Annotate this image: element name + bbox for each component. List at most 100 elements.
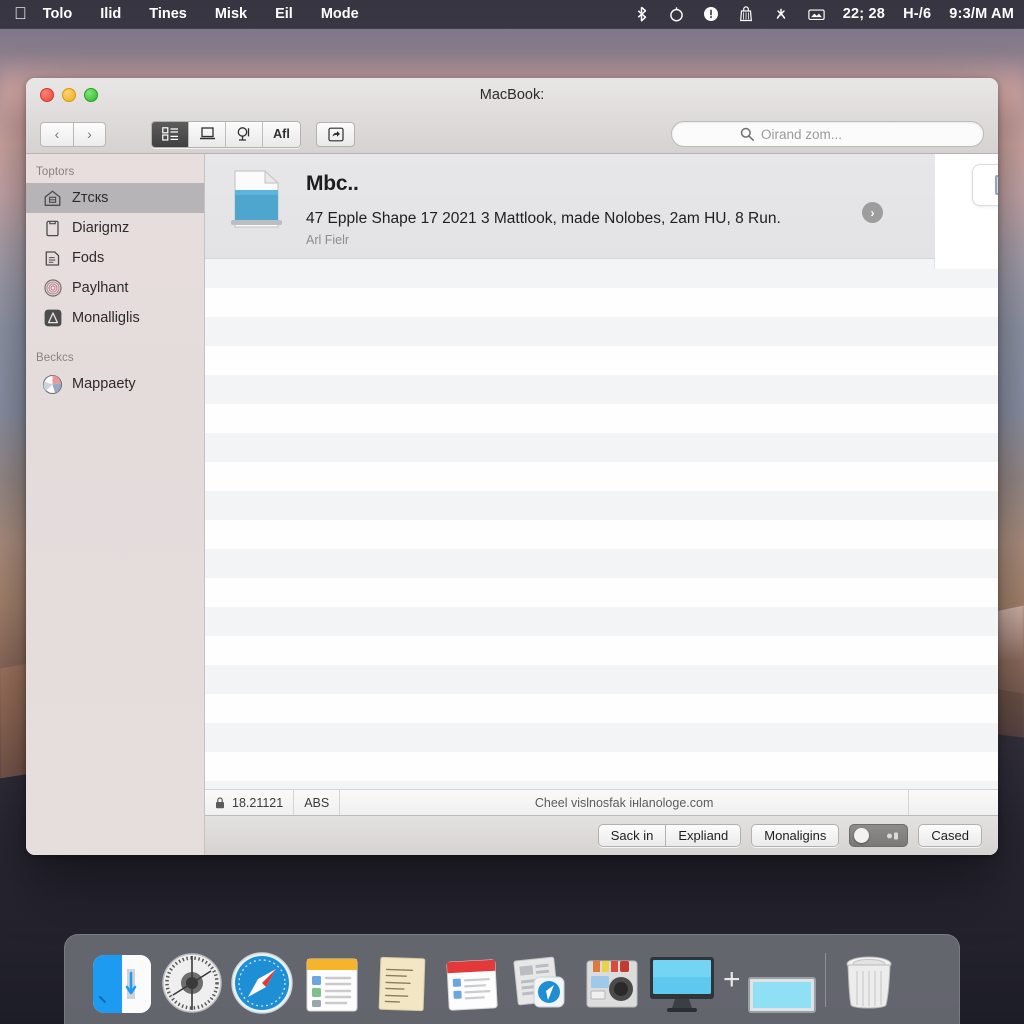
window-titlebar: MacBook: ‹ › Afl Oirand zom...: [26, 78, 998, 154]
share-icon[interactable]: [316, 121, 355, 147]
battery-suffix: H-/6: [903, 6, 932, 22]
disclosure-chevron-icon[interactable]: ›: [862, 202, 883, 223]
sidebar-item-zicks[interactable]: Zтcкs: [26, 183, 204, 213]
menu-item-3[interactable]: Misk: [215, 6, 247, 22]
menu-item-5[interactable]: Mode: [321, 6, 359, 22]
finder-window: MacBook: ‹ › Afl Oirand zom... Toptors Z…: [26, 78, 998, 855]
trash-icon[interactable]: [834, 945, 904, 1015]
sidebar-item-fods[interactable]: Fods: [26, 243, 204, 273]
home-icon: [42, 188, 63, 209]
battery-percent: 22; 28: [842, 6, 886, 22]
check-panel: ✓: [934, 154, 998, 269]
button-group-left: Sack in Expliand: [597, 824, 742, 847]
column-view-button[interactable]: [226, 121, 263, 147]
photobooth-icon[interactable]: [577, 945, 647, 1015]
document-blue-icon: [229, 168, 284, 230]
bluetooth-icon[interactable]: [633, 6, 650, 23]
airdrop-icon[interactable]: [773, 6, 790, 23]
sidebar: Toptors Zтcкs Diarigmz Fods Paylhant Mon…: [26, 154, 205, 855]
sidebar-item-label: Monalliglis: [72, 310, 140, 326]
search-placeholder: Oirand zom...: [761, 126, 843, 142]
bottom-button-bar: Sack in Expliand Monaligins Cased: [205, 815, 998, 855]
applications-icon: [42, 308, 63, 329]
sack-in-button[interactable]: Sack in: [597, 824, 666, 847]
screen-icon[interactable]: [747, 945, 817, 1015]
document-icon: [42, 218, 63, 239]
bag-icon[interactable]: [738, 6, 755, 23]
cased-button[interactable]: Cased: [918, 824, 982, 847]
file-subtitle: Arl Fielr: [306, 233, 350, 247]
timer-icon[interactable]: [668, 6, 685, 23]
file-list[interactable]: ✓: [205, 154, 998, 789]
check-card[interactable]: ✓: [972, 164, 998, 206]
sidebar-item-diarigmz[interactable]: Diarigmz: [26, 213, 204, 243]
toolbar: ‹ › Afl Oirand zom...: [26, 114, 998, 154]
monaligins-button[interactable]: Monaligins: [751, 824, 840, 847]
status-bar: 18.21121 ABS Cheel vislnosfak інlanologe…: [205, 789, 998, 815]
fingerprint-icon: [42, 278, 63, 299]
dock: +: [64, 934, 960, 1024]
list-view-button[interactable]: [189, 121, 226, 147]
menu-bar-status-area: 22; 28 H-/6 9:3/M AM: [633, 6, 1024, 23]
status-right-cell: [908, 790, 998, 815]
files-icon: [42, 248, 63, 269]
sidebar-item-label: Mappaety: [72, 376, 136, 392]
menu-bar:  Tolo Ilid Tines Misk Eil Mode: [0, 0, 1024, 29]
preview-icon[interactable]: [507, 945, 577, 1015]
display-icon[interactable]: [808, 6, 825, 23]
notes-icon[interactable]: [297, 945, 367, 1015]
sidebar-item-paylhant[interactable]: Paylhant: [26, 273, 204, 303]
sidebar-item-label: Fods: [72, 250, 105, 266]
status-center-text: Cheel vislnosfak інlanologe.com: [534, 795, 714, 810]
checked-checkbox[interactable]: ✓: [995, 175, 998, 195]
main-pane: ✓: [205, 154, 998, 855]
sidebar-item-mappaety[interactable]: Mappaety: [26, 369, 204, 399]
window-controls: [40, 88, 98, 102]
window-title: MacBook:: [479, 87, 545, 103]
safari-icon[interactable]: [227, 945, 297, 1015]
display-monitor-icon[interactable]: [647, 945, 717, 1015]
sidebar-section-header-1: Beckcs: [36, 352, 74, 364]
menu-item-1[interactable]: Ilid: [100, 6, 121, 22]
menu-item-2[interactable]: Tines: [149, 6, 187, 22]
all-view-label[interactable]: Afl: [273, 127, 290, 141]
apple-logo-icon[interactable]: : [14, 5, 27, 22]
toggle-dots-icon: [887, 832, 899, 839]
file-info: Mbc.. 47 Epple Shape 17 2021 3 Mattlook,…: [306, 168, 781, 247]
menu-item-4[interactable]: Eil: [275, 6, 293, 22]
lock-icon: [215, 796, 225, 809]
dock-divider: [824, 952, 826, 1007]
sidebar-item-label: Zтcкs: [72, 190, 109, 206]
status-count: 18.21121: [232, 795, 284, 810]
back-button[interactable]: ‹: [40, 121, 73, 147]
stickies-icon[interactable]: [367, 945, 437, 1015]
pie-disk-icon: [42, 374, 63, 395]
status-unit: ABS: [294, 790, 341, 815]
dock-plus-icon: +: [723, 962, 741, 996]
file-row-selected[interactable]: Mbc.. 47 Epple Shape 17 2021 3 Mattlook,…: [205, 154, 935, 259]
icon-view-button[interactable]: [152, 121, 189, 147]
forward-button[interactable]: ›: [73, 121, 106, 147]
menu-item-0[interactable]: Tolo: [43, 6, 73, 22]
sidebar-item-monalliglis[interactable]: Monalliglis: [26, 303, 204, 333]
file-title: Mbc..: [306, 172, 359, 195]
minimize-button[interactable]: [62, 88, 76, 102]
clock-icon[interactable]: [157, 945, 227, 1015]
sidebar-section-header-0: Toptors: [36, 166, 75, 178]
menu-clock[interactable]: 9:3/M AM: [949, 6, 1014, 22]
zoom-button[interactable]: [84, 88, 98, 102]
close-button[interactable]: [40, 88, 54, 102]
battery-icon[interactable]: [703, 6, 720, 23]
finder-icon[interactable]: [87, 945, 157, 1015]
calendar-icon[interactable]: [437, 945, 507, 1015]
file-description: 47 Epple Shape 17 2021 3 Mattlook, made …: [306, 210, 781, 227]
search-icon: [740, 127, 754, 141]
desktop:  Tolo Ilid Tines Misk Eil Mode: [0, 0, 1024, 1024]
window-body: Toptors Zтcкs Diarigmz Fods Paylhant Mon…: [26, 154, 998, 855]
search-input[interactable]: Oirand zom...: [671, 121, 984, 147]
sidebar-item-label: Diarigmz: [72, 220, 130, 236]
expliand-button[interactable]: Expliand: [665, 824, 742, 847]
view-toggle[interactable]: [849, 824, 909, 847]
sidebar-item-label: Paylhant: [72, 280, 129, 296]
nav-buttons: ‹ ›: [40, 121, 106, 147]
